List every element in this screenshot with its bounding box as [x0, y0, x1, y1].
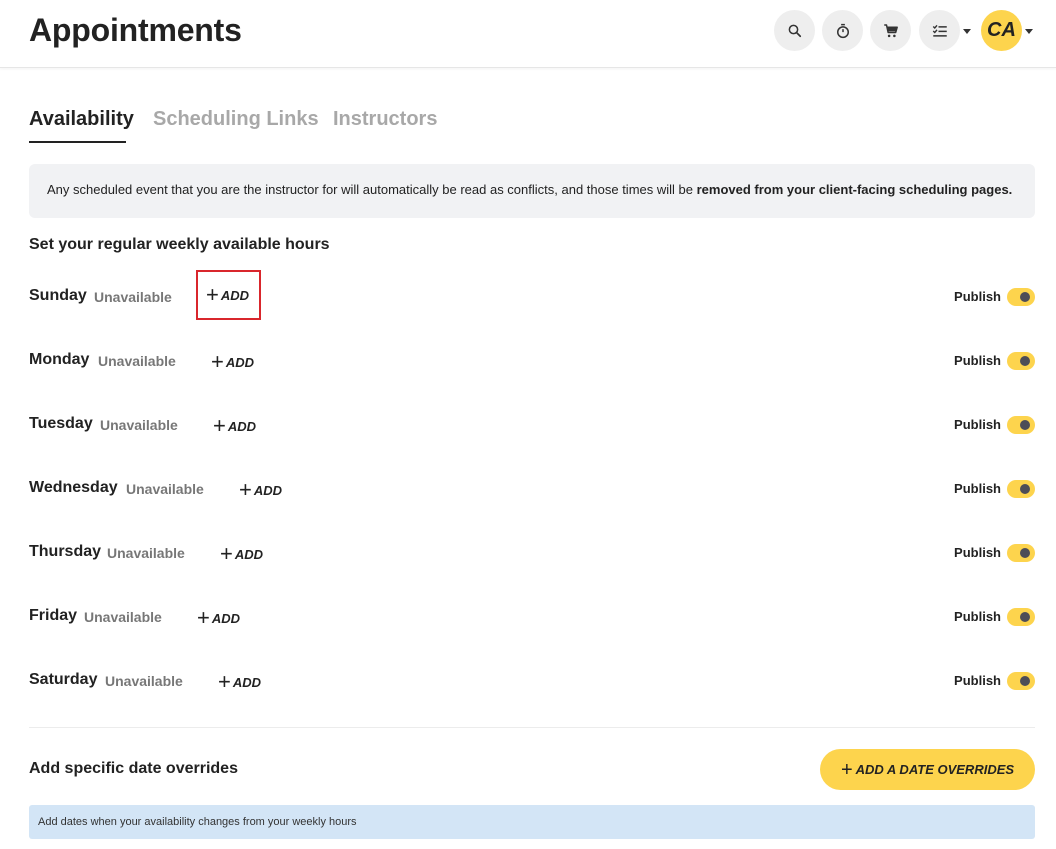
- day-status: Unavailable: [84, 609, 162, 625]
- publish-label: Publish: [954, 673, 1001, 688]
- day-row-sunday: Sunday Unavailable + ADD Publish: [29, 270, 1035, 320]
- day-row-thursday: Thursday Unavailable + ADD Publish: [29, 538, 1035, 568]
- toggle-knob: [1020, 292, 1030, 302]
- active-tab-underline: [29, 141, 126, 143]
- publish-label: Publish: [954, 353, 1001, 368]
- publish-toggle-thursday[interactable]: [1007, 544, 1035, 562]
- top-bar: Appointments CA: [0, 0, 1056, 68]
- add-hours-button-friday[interactable]: + ADD: [197, 605, 240, 631]
- add-hours-button-sunday[interactable]: + ADD: [195, 270, 262, 320]
- toggle-knob: [1020, 484, 1030, 494]
- add-label: ADD: [234, 546, 264, 562]
- notice-text: Any scheduled event that you are the ins…: [47, 182, 697, 197]
- tab-scheduling-links[interactable]: Scheduling Links: [153, 108, 319, 131]
- cart-button[interactable]: [870, 10, 911, 51]
- day-row-saturday: Saturday Unavailable + ADD Publish: [29, 666, 1035, 696]
- section-divider: [29, 727, 1035, 728]
- plus-icon: +: [218, 669, 231, 694]
- publish-toggle-tuesday[interactable]: [1007, 416, 1035, 434]
- add-hours-button-monday[interactable]: + ADD: [211, 349, 254, 375]
- plus-icon: +: [206, 282, 219, 307]
- publish-toggle-friday[interactable]: [1007, 608, 1035, 626]
- day-status: Unavailable: [105, 673, 183, 689]
- publish-toggle-monday[interactable]: [1007, 352, 1035, 370]
- add-hours-button-wednesday[interactable]: + ADD: [239, 477, 282, 503]
- override-info-bar: Add dates when your availability changes…: [29, 805, 1035, 839]
- day-status: Unavailable: [107, 545, 185, 561]
- day-name: Wednesday: [29, 479, 118, 496]
- publish-toggle-sunday[interactable]: [1007, 288, 1035, 306]
- toggle-knob: [1020, 420, 1030, 430]
- publish-label: Publish: [954, 545, 1001, 560]
- toggle-knob: [1020, 356, 1030, 366]
- publish-toggle-saturday[interactable]: [1007, 672, 1035, 690]
- day-status: Unavailable: [98, 353, 176, 369]
- plus-icon: +: [197, 605, 210, 630]
- add-hours-button-saturday[interactable]: + ADD: [218, 669, 261, 695]
- account-dropdown-caret-icon[interactable]: [1025, 29, 1033, 34]
- day-row-monday: Monday Unavailable + ADD Publish: [29, 346, 1035, 376]
- publish-label: Publish: [954, 289, 1001, 304]
- add-label: ADD: [232, 674, 262, 690]
- day-row-wednesday: Wednesday Unavailable + ADD Publish: [29, 474, 1035, 504]
- timer-button[interactable]: [822, 10, 863, 51]
- add-label: ADD: [211, 610, 241, 626]
- add-hours-button-thursday[interactable]: + ADD: [220, 541, 263, 567]
- plus-icon: +: [220, 541, 233, 566]
- day-name: Sunday: [29, 287, 87, 304]
- plus-icon: +: [211, 349, 224, 374]
- add-label: ADD: [225, 354, 255, 370]
- cart-icon: [883, 23, 898, 37]
- tab-availability[interactable]: Availability: [29, 108, 134, 131]
- search-button[interactable]: [774, 10, 815, 51]
- toggle-knob: [1020, 548, 1030, 558]
- conflict-notice: Any scheduled event that you are the ins…: [29, 164, 1035, 218]
- stopwatch-icon: [836, 23, 849, 38]
- weekly-hours-title: Set your regular weekly available hours: [29, 236, 330, 253]
- add-label: ADD: [220, 287, 250, 303]
- day-status: Unavailable: [100, 417, 178, 433]
- day-status: Unavailable: [94, 289, 172, 305]
- day-name: Saturday: [29, 671, 98, 688]
- add-hours-button-tuesday[interactable]: + ADD: [213, 413, 256, 439]
- publish-label: Publish: [954, 481, 1001, 496]
- override-info-text: Add dates when your availability changes…: [38, 816, 357, 828]
- publish-toggle-wednesday[interactable]: [1007, 480, 1035, 498]
- tab-instructors[interactable]: Instructors: [333, 108, 437, 131]
- day-name: Monday: [29, 351, 90, 368]
- page-title: Appointments: [29, 12, 242, 48]
- add-label: ADD: [227, 418, 257, 434]
- day-row-tuesday: Tuesday Unavailable + ADD Publish: [29, 410, 1035, 440]
- plus-icon: +: [239, 477, 252, 502]
- date-overrides-title: Add specific date overrides: [29, 760, 238, 777]
- add-label: ADD: [253, 482, 283, 498]
- day-status: Unavailable: [126, 481, 204, 497]
- add-date-override-button[interactable]: + ADD A DATE OVERRIDES: [820, 749, 1035, 790]
- avatar[interactable]: CA: [981, 10, 1022, 51]
- publish-label: Publish: [954, 609, 1001, 624]
- publish-label: Publish: [954, 417, 1001, 432]
- day-name: Friday: [29, 607, 78, 624]
- override-button-label: ADD A DATE OVERRIDES: [855, 762, 1015, 777]
- tasks-dropdown-caret-icon[interactable]: [963, 29, 971, 34]
- notice-bold-text: removed from your client-facing scheduli…: [696, 182, 1013, 197]
- checklist-icon: [932, 24, 947, 37]
- day-name: Thursday: [29, 543, 102, 560]
- day-row-friday: Friday Unavailable + ADD Publish: [29, 602, 1035, 632]
- toggle-knob: [1020, 676, 1030, 686]
- plus-icon: +: [840, 758, 853, 781]
- plus-icon: +: [213, 413, 226, 438]
- search-icon: [788, 24, 801, 37]
- day-name: Tuesday: [29, 415, 93, 432]
- tasks-button[interactable]: [919, 10, 960, 51]
- toggle-knob: [1020, 612, 1030, 622]
